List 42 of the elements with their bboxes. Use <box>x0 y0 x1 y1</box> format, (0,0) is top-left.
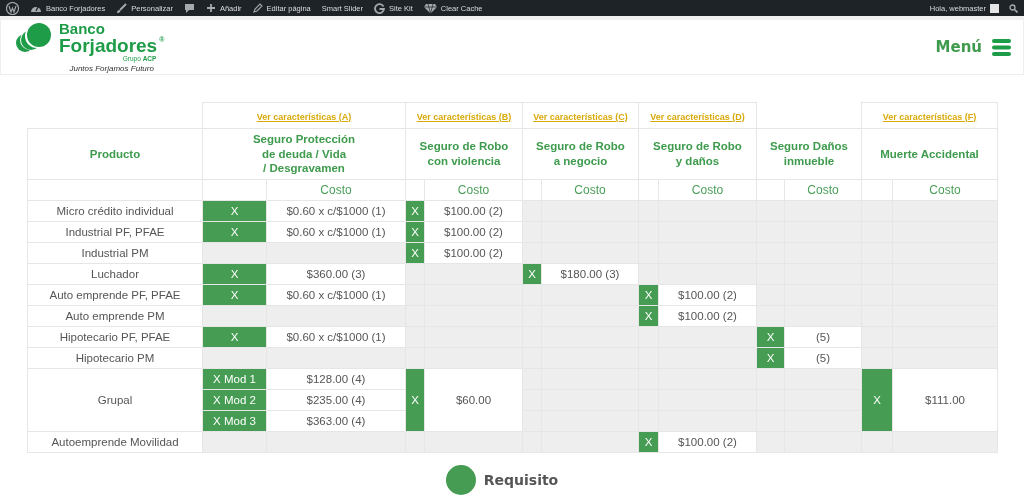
wordpress-icon[interactable] <box>6 1 19 15</box>
brand-name: Banco <box>59 21 106 37</box>
column-header: Costo <box>266 179 406 201</box>
coverage-mark: X <box>405 368 425 432</box>
product-cell: Grupal <box>27 368 203 432</box>
column-header: Seguro de Robo a negocio <box>522 128 639 180</box>
legend-label: Requisito <box>483 472 559 488</box>
column-header: Seguro Protección de deuda / Vida / Desgravamen <box>202 128 406 180</box>
product-cell: Hipotecario PM <box>27 347 203 369</box>
tagline: Juntos Forjamos Futuro <box>69 64 154 73</box>
column-header: Costo <box>892 179 998 201</box>
comment-icon[interactable] <box>183 2 195 14</box>
product-cell: Luchador <box>27 263 203 285</box>
product-cell: Industrial PF, PFAE <box>27 221 203 243</box>
column-header: Seguro de Robo con violencia <box>405 128 523 180</box>
pencil-icon <box>252 3 263 13</box>
brand-name: Forjadores <box>59 36 158 56</box>
column-header: Costo <box>658 179 757 201</box>
cost-cell: $111.00 <box>892 368 998 432</box>
column-header: Costo <box>541 179 639 201</box>
menu-label[interactable]: Menú <box>935 38 982 56</box>
g-letter-icon <box>374 2 386 14</box>
search-icon[interactable] <box>1009 3 1018 13</box>
product-cell: Autoemprende Movilidad <box>27 431 203 453</box>
product-cell: Micro crédito individual <box>27 200 203 222</box>
menu-icon[interactable] <box>992 37 1011 57</box>
column-header: Costo <box>784 179 862 201</box>
column-header: Costo <box>424 179 523 201</box>
product-cell: Industrial PM <box>27 242 203 264</box>
avatar-icon <box>990 3 999 13</box>
product-cell: Auto emprende PF, PFAE <box>27 284 203 306</box>
plus-icon <box>205 3 216 13</box>
coverage-mark: X <box>861 368 893 432</box>
column-header: Muerte Accidental <box>861 128 998 180</box>
column-header: Seguro de Robo y daños <box>638 128 757 180</box>
product-cell: Hipotecario PF, PFAE <box>27 326 203 348</box>
product-cell: Auto emprende PM <box>27 305 203 327</box>
column-header: Producto <box>27 128 203 180</box>
requirement-dot <box>445 465 476 495</box>
column-header: Seguro Daños inmueble <box>756 128 862 180</box>
cost-cell: $60.00 <box>424 368 523 432</box>
brush-icon <box>116 2 128 14</box>
